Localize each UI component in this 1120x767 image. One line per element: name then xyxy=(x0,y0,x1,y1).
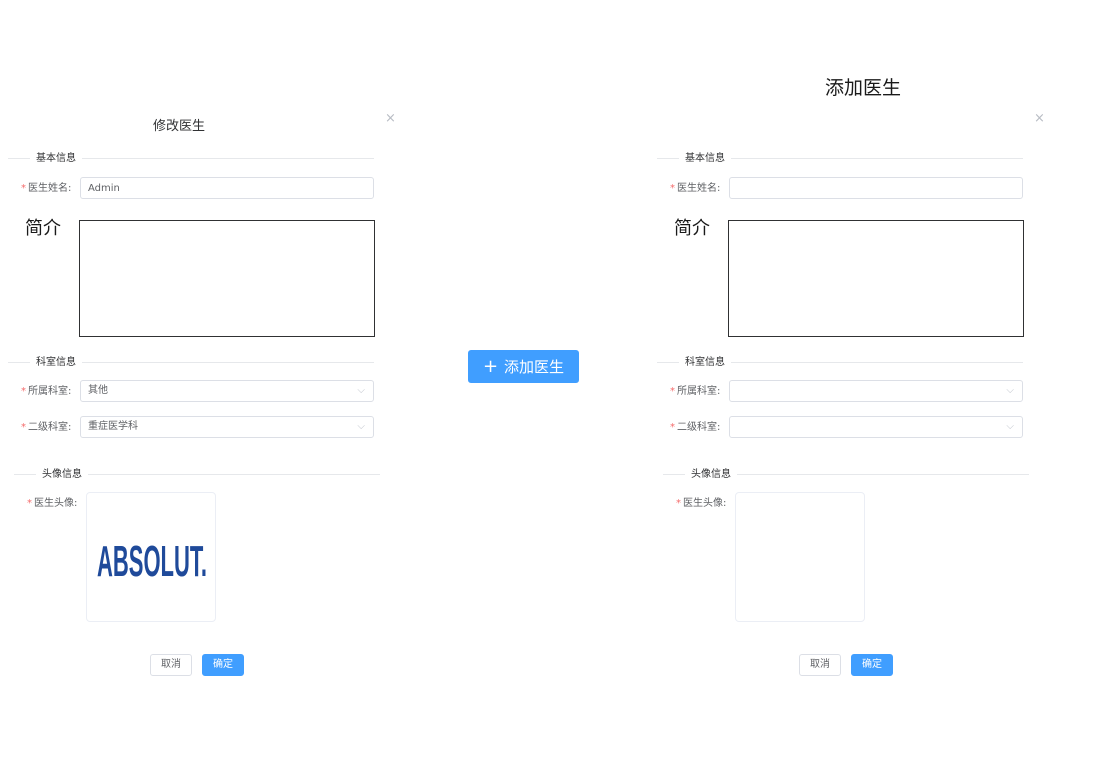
chevron-down-icon: ⌵ xyxy=(357,385,365,396)
chevron-down-icon: ⌵ xyxy=(357,421,365,432)
sub-dept-select[interactable]: ⌵ xyxy=(729,416,1023,438)
section-title-basic: 基本信息 xyxy=(679,153,731,165)
avatar-logo-text: ABSOLUT. xyxy=(97,537,207,584)
page-title: 添加医生 xyxy=(825,77,902,99)
add-doctor-button[interactable]: + 添加医生 xyxy=(468,350,579,383)
dept-label: * 所属科室: xyxy=(670,386,721,397)
dialog-title: 修改医生 xyxy=(153,119,206,134)
doctor-name-input[interactable] xyxy=(729,177,1023,199)
confirm-button[interactable]: 确定 xyxy=(202,654,244,676)
section-title-basic: 基本信息 xyxy=(30,153,82,165)
section-title-avatar: 头像信息 xyxy=(36,469,88,481)
plus-icon: + xyxy=(482,356,499,377)
avatar-image: ABSOLUT. xyxy=(97,537,207,584)
sub-dept-label: * 二级科室: xyxy=(21,422,72,433)
add-doctor-button-label: 添加医生 xyxy=(504,358,565,376)
doctor-name-label: * 医生姓名: xyxy=(670,183,721,194)
confirm-button[interactable]: 确定 xyxy=(851,654,893,676)
doctor-name-input[interactable] xyxy=(80,177,374,199)
dept-label: * 所属科室: xyxy=(21,386,72,397)
cancel-button[interactable]: 取消 xyxy=(150,654,192,676)
intro-label: 简介 xyxy=(674,218,710,239)
intro-textarea[interactable] xyxy=(79,220,375,337)
chevron-down-icon: ⌵ xyxy=(1006,421,1014,432)
section-title-dept: 科室信息 xyxy=(30,357,82,369)
sub-dept-select-value: 重症医学科 xyxy=(88,421,138,432)
dept-select-value: 其他 xyxy=(88,385,108,396)
avatar-label: * 医生头像: xyxy=(27,498,78,509)
avatar-label: * 医生头像: xyxy=(676,498,727,509)
avatar-uploader[interactable]: ABSOLUT. xyxy=(86,492,216,622)
chevron-down-icon: ⌵ xyxy=(1006,385,1014,396)
avatar-uploader[interactable] xyxy=(735,492,865,622)
section-title-avatar: 头像信息 xyxy=(685,469,737,481)
dept-select[interactable]: ⌵ xyxy=(729,380,1023,402)
doctor-name-label: * 医生姓名: xyxy=(21,183,72,194)
section-title-dept: 科室信息 xyxy=(679,357,731,369)
close-icon[interactable]: × xyxy=(385,112,396,125)
intro-label: 简介 xyxy=(25,218,61,239)
intro-textarea[interactable] xyxy=(728,220,1024,337)
sub-dept-select[interactable]: 重症医学科 ⌵ xyxy=(80,416,374,438)
cancel-button[interactable]: 取消 xyxy=(799,654,841,676)
dept-select[interactable]: 其他 ⌵ xyxy=(80,380,374,402)
sub-dept-label: * 二级科室: xyxy=(670,422,721,433)
close-icon[interactable]: × xyxy=(1034,112,1045,125)
